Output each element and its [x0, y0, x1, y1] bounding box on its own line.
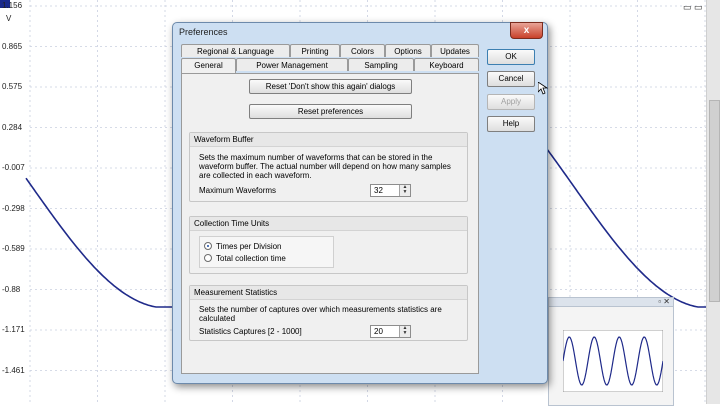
statistics-captures-arrows[interactable]: ▲ ▼	[399, 326, 410, 337]
cancel-button[interactable]: Cancel	[487, 71, 535, 87]
y-axis-tick-label: -1.461	[2, 365, 25, 375]
maximum-waveforms-value[interactable]: 32	[374, 186, 383, 195]
y-axis-tick-label: -0.589	[2, 244, 25, 253]
maximum-waveforms-arrows[interactable]: ▲ ▼	[399, 185, 410, 196]
waveform-buffer-desc-2: waveform buffer. The actual number will …	[199, 162, 451, 171]
tab-regional-language[interactable]: Regional & Language	[181, 44, 290, 57]
collection-time-radio-group: Times per Division Total collection time	[199, 236, 334, 268]
y-axis-tick-label: 0.284	[2, 122, 23, 132]
preferences-dialog: Preferences x Regional & Language Printi…	[172, 22, 548, 384]
statistics-captures-label: Statistics Captures [2 - 1000]	[199, 327, 302, 336]
radio-total-collection-time[interactable]	[204, 254, 212, 262]
tab-general[interactable]: General	[181, 58, 236, 73]
collection-time-units-title: Collection Time Units	[190, 217, 467, 231]
reset-dont-show-dialogs-button[interactable]: Reset 'Don't show this again' dialogs	[249, 79, 412, 94]
y-axis-tick-label: -0.007	[2, 163, 25, 172]
apply-button: Apply	[487, 94, 535, 110]
tab-sampling[interactable]: Sampling	[348, 58, 414, 71]
overview-titlebar[interactable]	[549, 298, 673, 307]
tab-options[interactable]: Options	[385, 44, 431, 57]
y-axis-tick-label: -1.171	[2, 325, 25, 334]
vertical-scrollbar[interactable]	[706, 0, 720, 404]
waveform-buffer-desc-3: are collected in each waveform.	[199, 171, 312, 180]
y-axis-tick-label: -0.298	[2, 203, 25, 213]
dialog-titlebar[interactable]: Preferences x	[173, 22, 547, 41]
maximum-waveforms-spinner[interactable]: 32 ▲ ▼	[370, 184, 411, 197]
tab-updates[interactable]: Updates	[431, 44, 479, 57]
measurement-statistics-desc-2: calculated	[199, 314, 236, 323]
statistics-captures-value[interactable]: 20	[374, 327, 383, 336]
waveform-buffer-title: Waveform Buffer	[190, 133, 467, 147]
tab-printing[interactable]: Printing	[290, 44, 340, 57]
overview-window-controls[interactable]: ▫ ✕	[658, 297, 670, 306]
ok-button[interactable]: OK	[487, 49, 535, 65]
y-axis-tick-label: -0.88	[2, 284, 21, 294]
tab-keyboard[interactable]: Keyboard	[414, 58, 479, 71]
statistics-captures-spinner[interactable]: 20 ▲ ▼	[370, 325, 411, 338]
close-button[interactable]: x	[510, 22, 543, 39]
measurement-statistics-group: Measurement Statistics Sets the number o…	[189, 285, 468, 341]
tab-power-management[interactable]: Power Management	[236, 58, 348, 71]
spin-down-icon[interactable]: ▼	[400, 190, 410, 195]
waveform-buffer-desc-1: Sets the maximum number of waveforms tha…	[199, 153, 433, 162]
measurement-statistics-title: Measurement Statistics	[190, 286, 467, 300]
scrollbar-thumb[interactable]	[709, 100, 720, 302]
help-button[interactable]: Help	[487, 116, 535, 132]
overview-waveform	[563, 330, 663, 392]
general-tab-panel: Reset 'Don't show this again' dialogs Re…	[181, 73, 479, 374]
y-axis-tick-label: 0.575	[2, 82, 23, 91]
y-axis-tick-label: 0.865	[2, 41, 23, 51]
mouse-cursor-icon	[538, 82, 548, 95]
total-collection-time-label[interactable]: Total collection time	[216, 254, 286, 263]
overview-window[interactable]: ▫ ✕	[548, 297, 674, 406]
reset-preferences-button[interactable]: Reset preferences	[249, 104, 412, 119]
y-axis-tick-label: 1.156	[2, 1, 23, 10]
y-axis-unit: V	[6, 14, 12, 23]
dialog-title: Preferences	[179, 27, 228, 37]
maximum-waveforms-label: Maximum Waveforms	[199, 186, 277, 195]
spin-down-icon[interactable]: ▼	[400, 331, 410, 336]
measurement-statistics-desc-1: Sets the number of captures over which m…	[199, 305, 442, 314]
waveform-buffer-group: Waveform Buffer Sets the maximum number …	[189, 132, 468, 202]
times-per-division-label[interactable]: Times per Division	[216, 242, 282, 251]
radio-times-per-division[interactable]	[204, 242, 212, 250]
tab-colors[interactable]: Colors	[340, 44, 385, 57]
collection-time-units-group: Collection Time Units Times per Division…	[189, 216, 468, 274]
